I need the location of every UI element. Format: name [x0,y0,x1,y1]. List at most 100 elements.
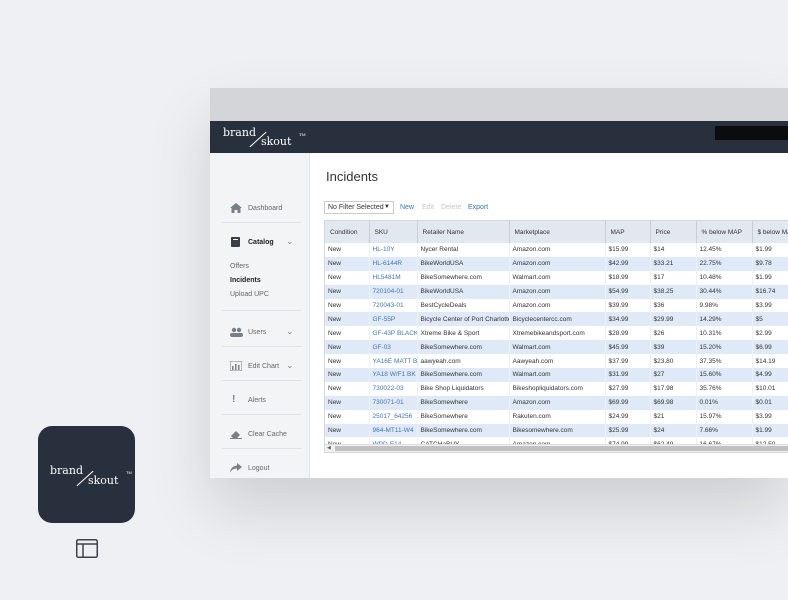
table-cell: New [325,284,370,299]
table-cell: Aawyeah.com [509,354,606,369]
logo-word-brand: brand [223,126,256,139]
table-row[interactable]: New 730071-01 BikeSomewhere Amazon.com $69.9… [325,395,788,410]
column-header[interactable]: Price [650,221,697,243]
table-cell: $36 [650,298,697,313]
share-icon [230,463,242,473]
column-header[interactable]: % below MAP [696,221,753,243]
table-cell: BikeSomewhere [417,409,510,424]
table-cell: BestCycleDeals [417,298,510,313]
sku-link[interactable]: 730071-01 [369,395,418,410]
sidebar-item-label: Edit Chart [248,363,280,370]
table-cell: BikeSomewhere.com [417,270,510,285]
table-cell: Amazon.com [509,284,606,299]
app-icon[interactable]: brand skout TM [38,426,135,523]
table-cell: Walmart.com [509,340,606,355]
table-row[interactable]: New HL-6144R BikeWorldUSA Amazon.com $42.99 $… [325,256,788,271]
table-body: New HL-10Y Nycer Rental Amazon.com $15.99 $14… [325,243,788,452]
table-cell: $31.99 [605,368,651,382]
table-cell: $18.99 [605,270,651,285]
brand-logo[interactable]: brand skout TM [223,124,306,150]
sku-link[interactable]: 964-MT11-W4 [369,423,418,438]
table-cell: $1.99 [752,270,788,285]
horizontal-scrollbar[interactable]: ◀ [325,444,788,452]
sidebar-divider [222,346,302,347]
top-search-box[interactable] [715,126,788,140]
sku-link[interactable]: HL-10Y [369,243,418,257]
column-header[interactable]: Marketplace [509,221,606,243]
sidebar-subitem-incidents[interactable]: Incidents [230,277,261,284]
top-bar: brand skout TM [210,121,788,153]
sidebar-subitem-upload-upc[interactable]: Upload UPC [230,291,269,298]
edit-button[interactable]: Edit [422,204,434,211]
table-row[interactable]: New 25017_64256 BikeSomewhere Rakuten.com $2… [325,409,788,424]
column-header[interactable]: Condition [325,221,370,243]
table-cell: $15.99 [605,243,651,257]
table-cell: 0.01% [696,395,753,410]
table-cell: 7.66% [696,423,753,438]
table-cell: Bikeshopliquidators.com [509,381,606,396]
scroll-left-icon[interactable]: ◀ [327,445,331,451]
export-button[interactable]: Export [468,204,488,211]
sku-link[interactable]: GF-03 [369,340,418,355]
column-header[interactable]: MAP [605,221,651,243]
table-cell: BikeSomewhere.com [417,340,510,355]
table-row[interactable]: New YA18 W/F1 BK BikeSomewhere.com Walmart.… [325,368,788,382]
table-cell: $54.99 [605,284,651,299]
app-window: brand skout TM Dashboard Catalog ⌄ Offer… [210,88,788,478]
table-cell: Amazon.com [509,256,606,271]
eraser-icon [230,429,242,439]
sku-link[interactable]: 730022-03 [369,381,418,396]
delete-button[interactable]: Delete [441,204,461,211]
table-row[interactable]: NewYA16E MATT BLKaawyeah.comAawyeah.com$… [325,354,788,369]
table-cell: New [325,340,370,355]
table-row[interactable]: New 720043-01 BestCycleDeals Amazon.com $39.… [325,298,788,313]
sku-link[interactable]: 720043-01 [369,298,418,313]
table-cell: 37.35% [696,354,753,369]
sidebar-divider [222,222,302,223]
table-cell: BikeSomewhere.com [417,368,510,382]
sku-link[interactable]: GF-55P [369,312,418,327]
scrollbar-thumb[interactable] [335,446,788,451]
sku-link[interactable]: 720104-01 [369,284,418,299]
table-cell: $29.99 [650,312,697,327]
table-row[interactable]: New HL-10Y Nycer Rental Amazon.com $15.99 $14… [325,243,788,257]
incidents-table: Condition SKU Retailer Name Marketplace MAP P… [325,221,788,452]
sidebar-divider [222,414,302,415]
book-icon [230,237,242,247]
sku-link[interactable]: 25017_64256 [369,409,418,424]
table-row[interactable]: New GF-55P Bicycle Center of Port Charlott… [325,312,788,327]
table-cell: 14.29% [696,312,753,327]
sku-link[interactable]: HL5481M [369,270,418,285]
filter-select[interactable]: No Filter Selected ▼ [324,201,394,214]
sidebar-subitem-offers[interactable]: Offers [230,263,249,270]
home-icon [230,203,242,213]
table-cell: Amazon.com [509,395,606,410]
table-cell: New [325,381,370,396]
table-cell: $34.99 [605,312,651,327]
table-row[interactable]: New HL5481M BikeSomewhere.com Walmart.com $1… [325,270,788,285]
column-header[interactable]: Retailer Name [417,221,510,243]
table-row[interactable]: New 720104-01 BikeWorldUSA Amazon.com $54.99… [325,284,788,299]
table-row[interactable]: New 730022-03 Bike Shop Liquidators Bikesho… [325,381,788,396]
table-cell: BikeSomewhere [417,395,510,410]
column-header[interactable]: $ below MAP [752,221,788,243]
users-icon [230,327,243,337]
table-cell: Bikesomewhere.com [509,423,606,438]
table-row[interactable]: New GF-43P BLACK Xtreme Bike & Sport Xtreme… [325,326,788,341]
sku-link[interactable]: GF-43P BLACK [369,326,418,341]
sku-link[interactable]: HL-6144R [369,256,418,271]
table-cell: $39.99 [605,298,651,313]
logo-trademark: TM [299,132,306,137]
table-cell: $24 [650,423,697,438]
table-row[interactable]: New 964-MT11-W4 BikeSomewhere.com Bikesomew… [325,423,788,438]
table-cell: Amazon.com [509,298,606,313]
sku-link[interactable]: YA16E MATT BLK [369,354,418,369]
table-cell: $17 [650,270,697,285]
sidebar-item-label: Users [248,329,267,336]
column-header[interactable]: SKU [369,221,418,243]
sku-link[interactable]: YA18 W/F1 BK [369,368,418,382]
table-row[interactable]: New GF-03 BikeSomewhere.com Walmart.com $45.… [325,340,788,355]
table-cell: Bicycle Center of Port Charlotte [417,312,510,327]
page-title: Incidents [326,169,379,184]
new-button[interactable]: New [400,204,414,211]
